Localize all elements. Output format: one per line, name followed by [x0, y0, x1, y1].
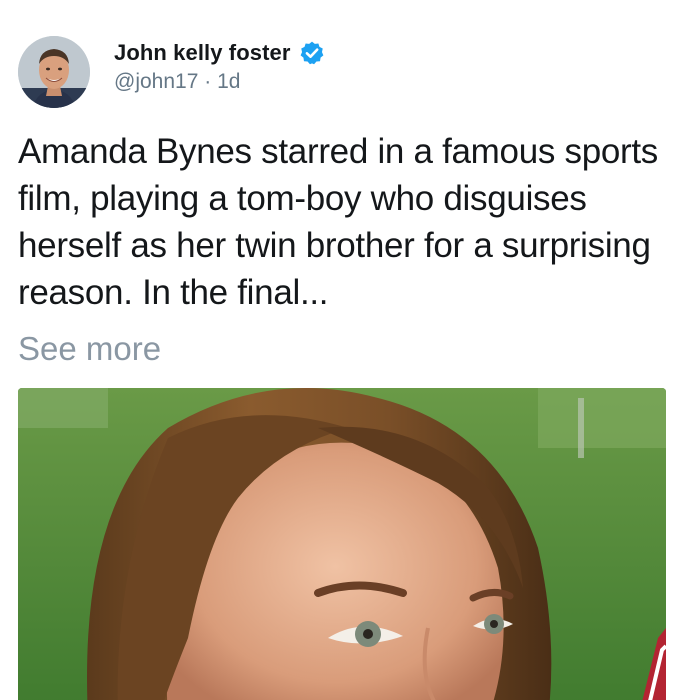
tweet-photo: [18, 388, 666, 700]
see-more-link[interactable]: See more: [18, 325, 161, 372]
author-display-name[interactable]: John kelly foster: [114, 40, 291, 66]
tweet-timestamp[interactable]: 1d: [217, 70, 240, 93]
verified-badge-icon: [299, 40, 325, 66]
tweet-header: John kelly foster @john17 · 1d: [18, 36, 682, 112]
tweet-text: Amanda Bynes starred in a famous sports …: [18, 132, 659, 312]
tweet-media[interactable]: [18, 388, 666, 700]
avatar[interactable]: [18, 36, 90, 108]
tweet-meta: @john17 · 1d: [114, 70, 240, 94]
author-line: John kelly foster: [114, 38, 325, 68]
meta-separator: ·: [204, 70, 218, 93]
avatar-photo: [18, 36, 90, 108]
author-handle[interactable]: @john17: [114, 70, 198, 93]
tweet-card: John kelly foster @john17 · 1d Amanda By…: [0, 0, 700, 700]
